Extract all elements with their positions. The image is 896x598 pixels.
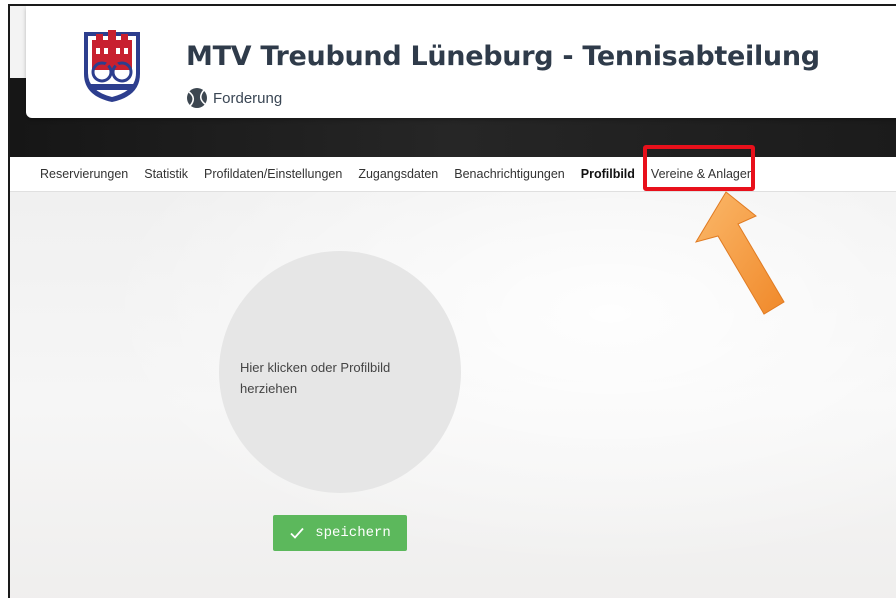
check-icon xyxy=(290,527,304,539)
profile-nav: Reservierungen Statistik Profildaten/Ein… xyxy=(10,157,896,192)
dropzone-text: Hier klicken oder Profilbild herziehen xyxy=(240,360,391,396)
tennis-ball-icon xyxy=(187,88,207,108)
subtitle-text: Forderung xyxy=(213,89,283,107)
nav-item-reservierungen[interactable]: Reservierungen xyxy=(10,167,136,181)
site-subtitle: Forderung xyxy=(186,87,282,109)
club-crest-icon[interactable] xyxy=(80,28,144,104)
nav-item-statistik[interactable]: Statistik xyxy=(136,167,196,181)
annotation-arrow-icon xyxy=(694,191,785,315)
site-header: MTV Treubund Lüneburg - Tennisabteilung … xyxy=(26,6,896,118)
annotation-highlight-box xyxy=(643,145,755,191)
site-title: MTV Treubund Lüneburg - Tennisabteilung xyxy=(186,41,820,72)
nav-item-profildaten[interactable]: Profildaten/Einstellungen xyxy=(196,167,350,181)
nav-item-profilbild[interactable]: Profilbild xyxy=(573,167,643,181)
save-button[interactable]: speichern xyxy=(273,515,407,551)
profile-image-dropzone[interactable]: Hier klicken oder Profilbild herziehen xyxy=(219,251,461,493)
nav-item-benachrichtigungen[interactable]: Benachrichtigungen xyxy=(446,167,573,181)
save-button-label: speichern xyxy=(315,525,391,541)
nav-item-zugangsdaten[interactable]: Zugangsdaten xyxy=(350,167,446,181)
